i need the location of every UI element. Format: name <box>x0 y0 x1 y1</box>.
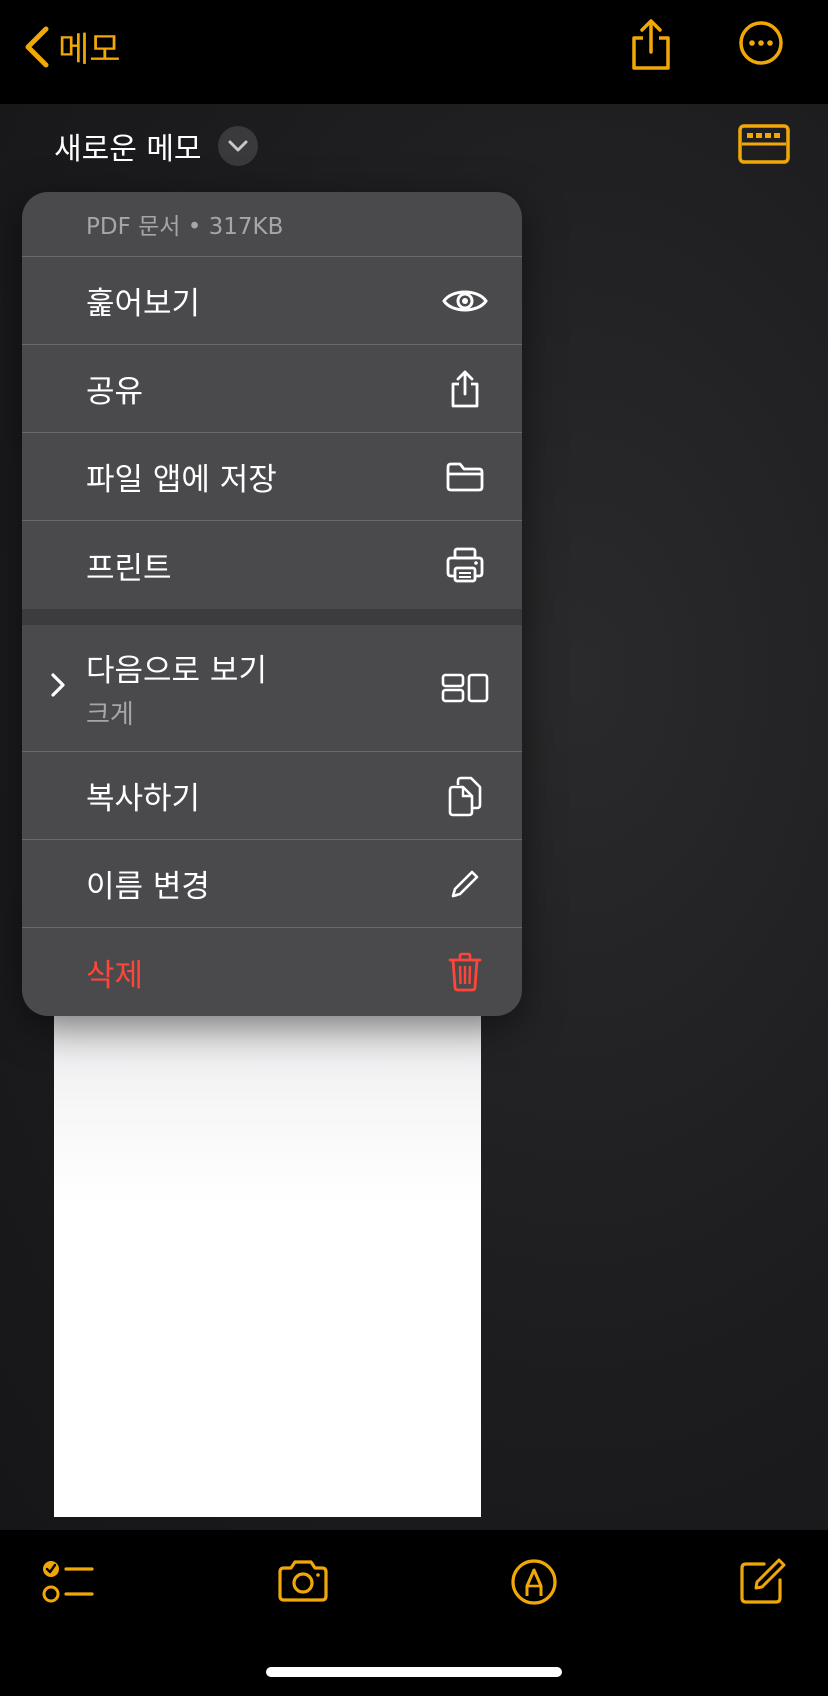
navigation-bar: 메모 <box>0 0 828 104</box>
pencil-icon <box>440 859 490 909</box>
menu-item-copy[interactable]: 복사하기 <box>22 752 522 840</box>
note-title-row[interactable]: 새로운 메모 <box>54 124 258 168</box>
folder-icon <box>440 452 490 502</box>
checklist-icon <box>42 1561 94 1603</box>
menu-item-save-to-files[interactable]: 파일 앱에 저장 <box>22 433 522 521</box>
menu-item-rename[interactable]: 이름 변경 <box>22 840 522 928</box>
back-button[interactable]: 메모 <box>24 22 121 71</box>
menu-item-label: 공유 <box>86 374 144 410</box>
home-indicator[interactable] <box>266 1667 562 1677</box>
share-button[interactable] <box>628 18 674 76</box>
menu-item-label: 프린트 <box>86 550 172 587</box>
printer-icon <box>440 540 490 590</box>
checklist-button[interactable] <box>42 1558 94 1612</box>
menu-item-delete[interactable]: 삭제 <box>22 928 522 1016</box>
ellipsis-circle-icon <box>739 21 783 65</box>
camera-icon <box>278 1560 328 1602</box>
chevron-left-icon <box>25 26 49 67</box>
menu-item-label: 복사하기 <box>86 781 201 817</box>
share-icon <box>632 19 670 70</box>
share-icon <box>440 364 490 414</box>
menu-item-print[interactable]: 프린트 <box>22 521 522 609</box>
view-layout-icon <box>440 663 490 713</box>
menu-item-quick-look[interactable]: 훑어보기 <box>22 257 522 345</box>
note-title: 새로운 메모 <box>54 132 202 167</box>
copy-icon <box>440 771 490 821</box>
pdf-attachment-preview[interactable] <box>54 1000 481 1517</box>
chevron-down-icon <box>228 140 248 152</box>
menu-item-label: 이름 변경 <box>86 869 210 905</box>
menu-header: PDF 문서 • 317KB <box>22 192 522 257</box>
menu-item-view-as[interactable]: 다음으로 보기 크게 <box>22 625 522 752</box>
compose-button[interactable] <box>738 1558 786 1610</box>
keyboard-icon <box>738 124 790 164</box>
title-menu-button[interactable] <box>217 126 258 166</box>
chevron-right-icon <box>50 670 66 706</box>
markup-button[interactable] <box>510 1558 558 1610</box>
trash-icon <box>440 947 490 997</box>
menu-item-label: 훑어보기 <box>86 286 201 322</box>
menu-item-label: 삭제 <box>86 957 144 994</box>
markup-pen-icon <box>511 1559 557 1605</box>
menu-section-separator <box>22 609 522 625</box>
eye-icon <box>440 276 490 326</box>
back-label: 메모 <box>58 30 121 70</box>
compose-icon <box>740 1558 786 1604</box>
camera-button[interactable] <box>276 1558 330 1608</box>
more-button[interactable] <box>738 20 784 70</box>
attachment-context-menu: PDF 문서 • 317KB 훑어보기 공유 파일 앱에 저장 프린트 다음으로… <box>22 192 522 1016</box>
view-as-value: 크게 <box>86 700 134 730</box>
menu-item-share[interactable]: 공유 <box>22 345 522 433</box>
menu-item-label: 파일 앱에 저장 <box>86 462 277 498</box>
keyboard-button[interactable] <box>738 124 790 168</box>
menu-item-label: 다음으로 보기 <box>86 653 267 689</box>
